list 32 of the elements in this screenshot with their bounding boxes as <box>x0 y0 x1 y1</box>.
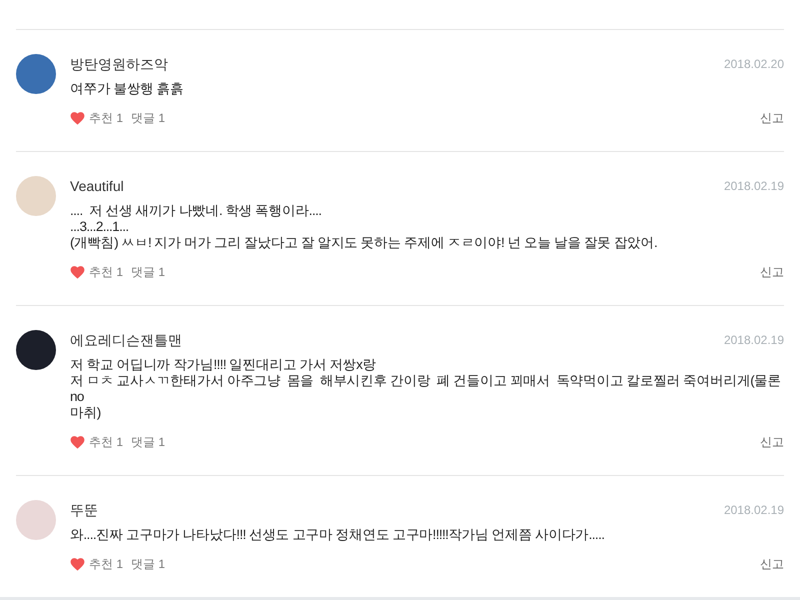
comment-date: 2018.02.19 <box>724 178 784 195</box>
avatar <box>16 176 56 216</box>
avatar <box>16 330 56 370</box>
recommend-count[interactable]: 추천 1 <box>89 433 124 451</box>
avatar <box>16 500 56 540</box>
recommend-count[interactable]: 추천 1 <box>89 555 124 573</box>
author-name: 방탄영원하즈악 <box>70 55 168 74</box>
heart-icon[interactable] <box>70 557 85 571</box>
comment-date: 2018.02.20 <box>724 56 784 73</box>
author-name: 뚜뚠 <box>70 501 98 520</box>
comment-text: 여쭈가 불쌍행 흙흙 <box>70 81 185 97</box>
reply-count[interactable]: 댓글 1 <box>131 555 166 573</box>
reply-count[interactable]: 댓글 1 <box>131 433 166 451</box>
heart-icon[interactable] <box>70 435 85 449</box>
reply-count[interactable]: 댓글 1 <box>131 263 166 281</box>
report-link[interactable]: 신고 <box>760 555 784 573</box>
comment-text: 와....진짜 고구마가 나타났다!!! 선생도 고구마 정채연도 고구마!!!!!작가님 언제쯤 사이다가..... <box>70 527 606 543</box>
recommend-count[interactable]: 추천 1 <box>89 263 124 281</box>
author-name: 에요레디슨잰틀맨 <box>70 331 182 350</box>
heart-icon[interactable] <box>70 111 85 125</box>
comment-date: 2018.02.19 <box>724 332 784 349</box>
report-link[interactable]: 신고 <box>760 263 784 281</box>
report-link[interactable]: 신고 <box>760 109 784 127</box>
heart-icon[interactable] <box>70 265 85 279</box>
author-name: Veautiful <box>70 177 124 196</box>
report-link[interactable]: 신고 <box>760 433 784 451</box>
comment-date: 2018.02.19 <box>724 502 784 519</box>
comment-text: .... 저 선생 새끼가 나빴네. 학생 폭행이라.... ...3...2...1... (개빡침) ㅆㅂ! 지가 머가 그리 잘났다고 잘 알지도 못하는 주제에 ㅈㄹ이야! 넌 오늘 날을 잘못 잡았어. <box>70 203 658 251</box>
comment-text: 저 학교 어딥니까 작가님!!!! 일찐대리고 가서 저쌍x랑 저 ㅁㅊ 교사ㅅㄲ한태가서 아주그냥 몸을 해부시킨후 간이랑 폐 건들이고 꾀매서 독약먹이고 칼로찔러 죽여버리게(물론 no 마취) <box>70 357 782 421</box>
reply-count[interactable]: 댓글 1 <box>131 109 166 127</box>
recommend-count[interactable]: 추천 1 <box>89 109 124 127</box>
avatar <box>16 54 56 94</box>
